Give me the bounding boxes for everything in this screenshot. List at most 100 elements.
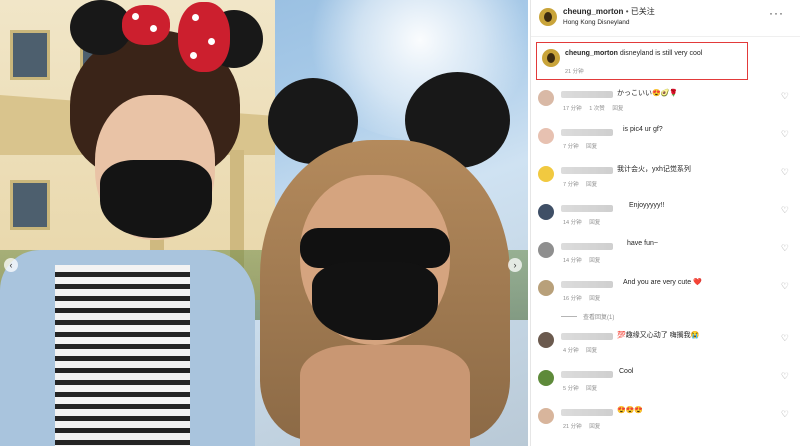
commenter-username-redacted[interactable] <box>561 243 613 250</box>
comment-text: 我计会火，yxh记觉系列 <box>617 166 691 173</box>
comment-list: かっこいい😍🥑🌹 17 分钟 1 次赞 回复 ♡ is pic4 ur gf? … <box>531 82 800 438</box>
comment-meta: 7 分钟 回复 <box>563 142 603 150</box>
caption-text: disneyland is still very cool <box>619 50 703 57</box>
comment-text: And you are very cute ❤️ <box>623 279 702 286</box>
comment-item: is pic4 ur gf? 7 分钟 回复 ♡ <box>531 120 800 158</box>
minnie-bow <box>122 5 170 45</box>
comment-text: 💯趣缘又心动了 嗨搁我😭 <box>617 332 700 339</box>
comment-text: 😍😍😍 <box>617 407 644 414</box>
reply-button[interactable]: 回复 <box>586 386 597 392</box>
reply-button[interactable]: 回复 <box>589 220 600 226</box>
commenter-username-redacted[interactable] <box>561 205 613 212</box>
person-right-shoulders <box>300 345 470 446</box>
comment-time: 17 分钟 <box>563 106 582 112</box>
commenter-username-redacted[interactable] <box>561 91 613 98</box>
comment-text: have fun~ <box>627 240 658 247</box>
comment-item: かっこいい😍🥑🌹 17 分钟 1 次赞 回复 ♡ <box>531 82 800 120</box>
comment-item: 😍😍😍 21 分钟 回复 ♡ <box>531 400 800 438</box>
author-avatar[interactable] <box>542 49 560 67</box>
follow-status[interactable]: 已关注 <box>631 7 655 16</box>
screenshot: ‹ › cheung_morton • 已关注 Hong Kong Disney… <box>0 0 800 446</box>
comment-time: 4 分钟 <box>563 348 579 354</box>
author-username[interactable]: cheung_morton <box>563 7 623 16</box>
comment-item: have fun~ 14 分钟 回复 ♡ <box>531 234 800 272</box>
commenter-username-redacted[interactable] <box>561 129 613 136</box>
comment-time: 14 分钟 <box>563 258 582 264</box>
previous-photo-icon[interactable]: ‹ <box>4 258 18 272</box>
face-mask <box>312 262 438 340</box>
post-photo[interactable]: ‹ › <box>0 0 528 446</box>
comment-meta: 4 分钟 回复 <box>563 346 603 354</box>
reply-button[interactable]: 回复 <box>589 296 600 302</box>
comment-time: 7 分钟 <box>563 144 579 150</box>
comment-item: 💯趣缘又心动了 嗨搁我😭 4 分钟 回复 ♡ <box>531 324 800 362</box>
more-options-icon[interactable]: ··· <box>769 6 784 20</box>
comment-meta: 5 分钟 回复 <box>563 384 603 392</box>
reply-button[interactable]: 回复 <box>589 424 600 430</box>
comment-meta: 21 分钟 回复 <box>563 422 606 430</box>
commenter-username-redacted[interactable] <box>561 281 613 288</box>
striped-shirt <box>55 265 190 446</box>
author-line: cheung_morton • 已关注 <box>563 6 655 17</box>
like-heart-icon[interactable]: ♡ <box>781 129 789 140</box>
comment-meta: 14 分钟 回复 <box>563 218 606 226</box>
commenter-avatar[interactable] <box>538 242 554 258</box>
caption-time: 21 分钟 <box>565 69 584 75</box>
comment-text: Enjoyyyyy!! <box>629 202 665 209</box>
comments-panel: cheung_morton • 已关注 Hong Kong Disneyland… <box>530 0 800 446</box>
like-heart-icon[interactable]: ♡ <box>781 333 789 344</box>
post-location[interactable]: Hong Kong Disneyland <box>563 19 630 26</box>
commenter-avatar[interactable] <box>538 128 554 144</box>
comment-text: is pic4 ur gf? <box>623 126 663 133</box>
comment-item: Enjoyyyyy!! 14 分钟 回复 ♡ <box>531 196 800 234</box>
comment-item: Cool 5 分钟 回复 ♡ <box>531 362 800 400</box>
commenter-username-redacted[interactable] <box>561 167 613 174</box>
comment-time: 5 分钟 <box>563 386 579 392</box>
commenter-avatar[interactable] <box>538 90 554 106</box>
comment-item: 我计会火，yxh记觉系列 7 分钟 回复 ♡ <box>531 158 800 196</box>
comment-meta: 7 分钟 回复 <box>563 180 603 188</box>
face-mask <box>100 160 212 238</box>
comment-time: 21 分钟 <box>563 424 582 430</box>
view-replies[interactable]: 查看回复(1) <box>531 310 800 324</box>
like-heart-icon[interactable]: ♡ <box>781 243 789 254</box>
commenter-username-redacted[interactable] <box>561 409 613 416</box>
comment-time: 7 分钟 <box>563 182 579 188</box>
next-photo-icon[interactable]: › <box>508 258 522 272</box>
commenter-avatar[interactable] <box>538 332 554 348</box>
commenter-avatar[interactable] <box>538 166 554 182</box>
comment-item: And you are very cute ❤️ 16 分钟 回复 ♡ <box>531 272 800 310</box>
minnie-bow <box>178 2 230 72</box>
commenter-username-redacted[interactable] <box>561 333 613 340</box>
like-heart-icon[interactable]: ♡ <box>781 409 789 420</box>
reply-button[interactable]: 回复 <box>586 144 597 150</box>
comment-meta: 17 分钟 1 次赞 回复 <box>563 104 629 112</box>
reply-button[interactable]: 回复 <box>589 258 600 264</box>
like-heart-icon[interactable]: ♡ <box>781 281 789 292</box>
post-header: cheung_morton • 已关注 Hong Kong Disneyland… <box>531 0 800 37</box>
commenter-avatar[interactable] <box>538 370 554 386</box>
reply-button[interactable]: 回复 <box>586 182 597 188</box>
commenter-username-redacted[interactable] <box>561 371 613 378</box>
comment-time: 14 分钟 <box>563 220 582 226</box>
comment-likes[interactable]: 1 次赞 <box>589 106 605 112</box>
like-heart-icon[interactable]: ♡ <box>781 205 789 216</box>
commenter-avatar[interactable] <box>538 204 554 220</box>
commenter-avatar[interactable] <box>538 408 554 424</box>
commenter-avatar[interactable] <box>538 280 554 296</box>
caption-username[interactable]: cheung_morton <box>565 50 618 57</box>
reply-button[interactable]: 回复 <box>612 106 623 112</box>
view-replies-label[interactable]: 查看回复(1) <box>583 312 614 321</box>
comment-meta: 14 分钟 回复 <box>563 256 606 264</box>
replies-divider <box>561 316 577 317</box>
comment-text: かっこいい😍🥑🌹 <box>617 90 679 97</box>
comment-text: Cool <box>619 368 634 375</box>
like-heart-icon[interactable]: ♡ <box>781 167 789 178</box>
author-avatar[interactable] <box>539 8 557 26</box>
comment-time: 16 分钟 <box>563 296 582 302</box>
reply-button[interactable]: 回复 <box>586 348 597 354</box>
like-heart-icon[interactable]: ♡ <box>781 91 789 102</box>
caption-text-line: cheung_morton disneyland is still very c… <box>565 50 702 57</box>
comment-meta: 16 分钟 回复 <box>563 294 606 302</box>
like-heart-icon[interactable]: ♡ <box>781 371 789 382</box>
